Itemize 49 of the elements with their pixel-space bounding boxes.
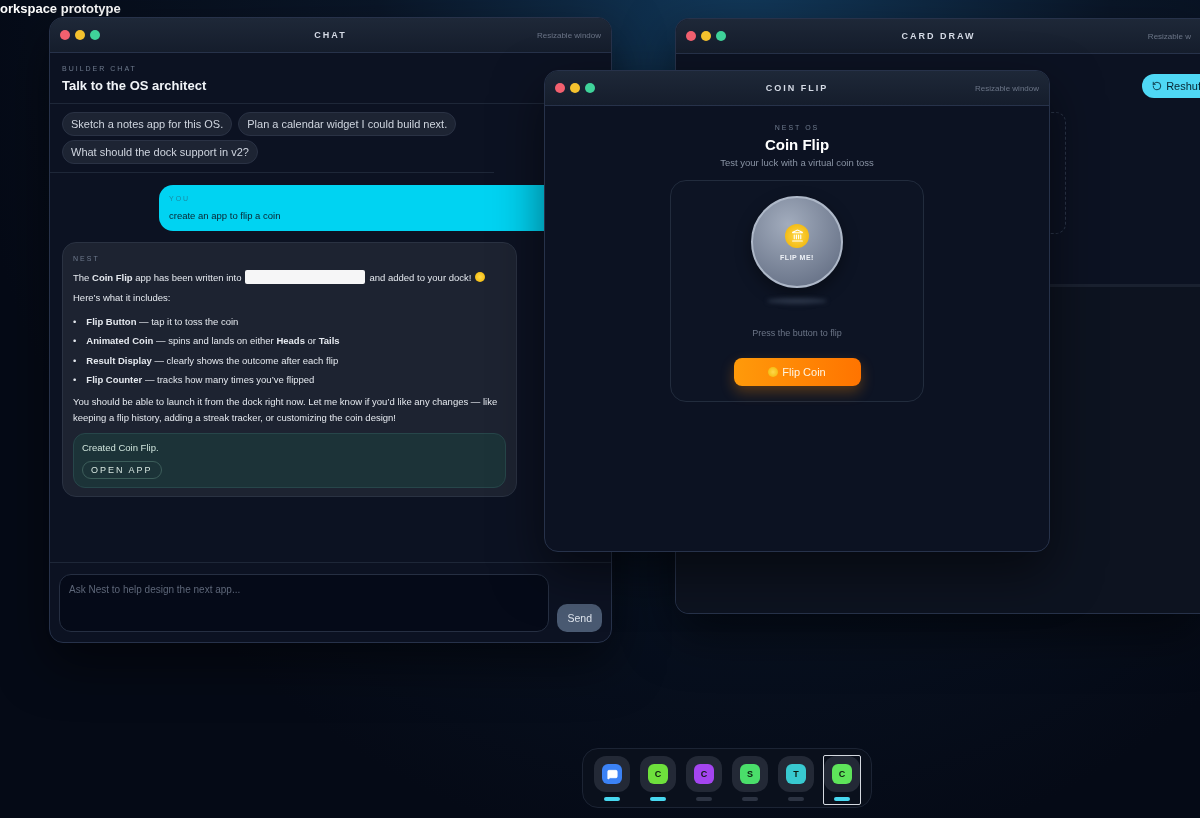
- maximize-button[interactable]: [90, 30, 100, 40]
- minimize-button[interactable]: [570, 83, 580, 93]
- bank-icon: [785, 223, 809, 248]
- suggestion-chip[interactable]: Sketch a notes app for this OS.: [62, 112, 233, 136]
- minimize-button[interactable]: [701, 31, 711, 41]
- feature-item: Result Display — clearly shows the outcome after each flip: [86, 353, 339, 368]
- message-text: and added to your dock!: [369, 271, 472, 283]
- close-button[interactable]: [60, 30, 70, 40]
- app-icon: T: [786, 764, 806, 784]
- window-hint: Resizable window: [974, 83, 1039, 93]
- bullet-mark: •: [73, 315, 77, 329]
- window-title: CARD DRAW: [901, 31, 976, 41]
- coin-shadow: [767, 298, 827, 304]
- chat-heading: Talk to the OS architect: [62, 78, 207, 93]
- message-input[interactable]: Ask Nest to help design the next app...: [59, 574, 550, 632]
- window-hint: Resizable window: [536, 30, 601, 40]
- window-title: CHAT: [314, 30, 347, 40]
- maximize-button[interactable]: [585, 83, 595, 93]
- close-button[interactable]: [686, 31, 696, 41]
- workspace-title: orkspace prototype: [0, 1, 121, 16]
- window-hint: Resizable w: [1147, 31, 1191, 41]
- maximize-button[interactable]: [716, 31, 726, 41]
- app-subtitle: Test your luck with a virtual coin toss: [720, 157, 874, 168]
- status-text: Press the button to flip: [752, 328, 842, 338]
- feature-item: Flip Button — tap it to toss the coin: [86, 315, 239, 329]
- message-text: You should be able to launch it from the dock right now. Let me know if you’d like any changes — like keeping a flip history, adding a streak tracker, or customizing the coin design!: [73, 395, 499, 425]
- send-button[interactable]: Send: [557, 604, 602, 632]
- coin-icon: [475, 272, 486, 282]
- app-icon: S: [740, 764, 760, 784]
- bullet-mark: •: [73, 334, 77, 348]
- suggestion-chip[interactable]: Plan a calendar widget I could build next.: [238, 112, 457, 136]
- bullet-mark: •: [73, 353, 77, 368]
- feature-item: Animated Coin — spins and lands on either Heads or Tails: [86, 334, 340, 348]
- app-icon: C: [832, 764, 852, 784]
- window-title: COIN FLIP: [765, 83, 829, 93]
- app-icon: C: [648, 764, 668, 784]
- app-icon: C: [694, 764, 714, 784]
- bullet-mark: •: [73, 373, 77, 387]
- close-button[interactable]: [555, 83, 565, 93]
- refresh-icon: [1152, 81, 1163, 91]
- dock-app[interactable]: C: [823, 755, 861, 805]
- suggestion-chip[interactable]: What should the dock support in v2?: [62, 140, 258, 164]
- result-text: Created Coin Flip.: [82, 441, 159, 453]
- message-text: Here’s what it includes:: [73, 291, 172, 305]
- message-text: The Coin Flip app has been written into: [73, 271, 242, 283]
- minimize-button[interactable]: [75, 30, 85, 40]
- message-text: create an app to flip a coin: [169, 210, 282, 221]
- feature-item: Flip Counter — tracks how many times you’ve flipped: [86, 373, 315, 387]
- app-title: Coin Flip: [764, 136, 830, 153]
